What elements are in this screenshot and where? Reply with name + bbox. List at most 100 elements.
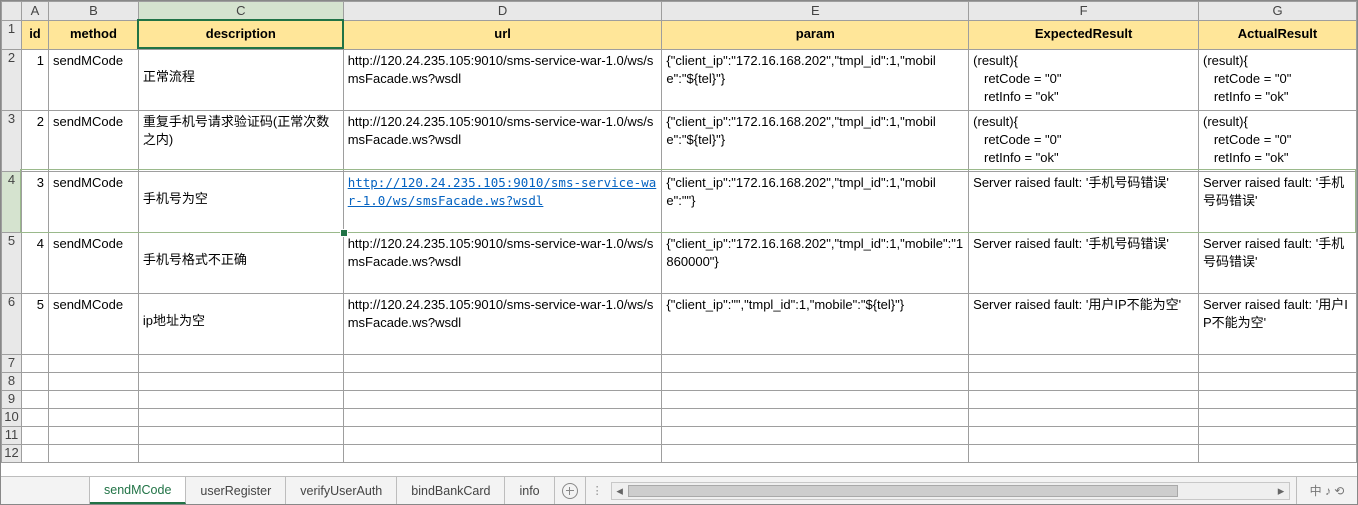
cell-description[interactable]: 手机号为空: [138, 172, 343, 233]
cell-param[interactable]: {"client_ip":"172.16.168.202","tmpl_id":…: [662, 50, 969, 111]
row-header-6[interactable]: 6: [2, 294, 22, 355]
column-header-row: A B C D E F G: [2, 2, 1357, 21]
sheet-tab-bar: sendMCode userRegister verifyUserAuth bi…: [1, 476, 1357, 504]
horizontal-scrollbar[interactable]: ◂ ▸: [611, 482, 1290, 500]
row-header-11[interactable]: 11: [2, 427, 22, 445]
cell-method[interactable]: sendMCode: [48, 294, 138, 355]
cell-expected[interactable]: Server raised fault: '用户IP不能为空': [969, 294, 1199, 355]
cell-param[interactable]: {"client_ip":"172.16.168.202","tmpl_id":…: [662, 111, 969, 172]
row-header-3[interactable]: 3: [2, 111, 22, 172]
cell-param[interactable]: {"client_ip":"","tmpl_id":1,"mobile":"${…: [662, 294, 969, 355]
cell-expected[interactable]: Server raised fault: '手机号码错误': [969, 233, 1199, 294]
worksheet-table: A B C D E F G 1 id method description ur…: [1, 1, 1357, 463]
cell-B1[interactable]: method: [48, 21, 138, 50]
tab-nav-spacer: [1, 477, 90, 504]
spreadsheet-viewport: A B C D E F G 1 id method description ur…: [0, 0, 1358, 505]
col-header-G[interactable]: G: [1199, 2, 1357, 21]
cell-param[interactable]: {"client_ip":"172.16.168.202","tmpl_id":…: [662, 172, 969, 233]
sheet-tab-sendMCode[interactable]: sendMCode: [90, 477, 186, 504]
cell-actual[interactable]: (result){ retCode = "0" retInfo = "ok": [1199, 111, 1357, 172]
scrollbar-track[interactable]: [628, 484, 1273, 498]
cell-actual[interactable]: Server raised fault: '手机号码错误': [1199, 172, 1357, 233]
empty-row: 12: [2, 445, 1357, 463]
header-url: url: [344, 21, 662, 47]
empty-row: 10: [2, 409, 1357, 427]
row-header-4[interactable]: 4: [2, 172, 22, 233]
row-header-12[interactable]: 12: [2, 445, 22, 463]
row-header-1[interactable]: 1: [2, 21, 22, 50]
cell-method[interactable]: sendMCode: [48, 172, 138, 233]
cell-E1[interactable]: param: [662, 21, 969, 50]
col-header-B[interactable]: B: [48, 2, 138, 21]
url-link[interactable]: http://120.24.235.105:9010/sms-service-w…: [348, 175, 657, 208]
row-header-5[interactable]: 5: [2, 233, 22, 294]
cell-actual[interactable]: (result){ retCode = "0" retInfo = "ok": [1199, 50, 1357, 111]
fill-handle[interactable]: [340, 229, 348, 237]
col-header-A[interactable]: A: [21, 2, 48, 21]
table-row: 2 1 sendMCode 正常流程 http://120.24.235.105…: [2, 50, 1357, 111]
header-param: param: [662, 21, 968, 47]
scroll-left-button[interactable]: ◂: [612, 484, 628, 498]
cell-C1[interactable]: description: [138, 21, 343, 50]
sheet-tab-verifyUserAuth[interactable]: verifyUserAuth: [286, 477, 397, 504]
empty-row: 9: [2, 391, 1357, 409]
header-id: id: [22, 21, 48, 47]
new-sheet-button[interactable]: [555, 477, 586, 504]
cell-actual[interactable]: Server raised fault: '用户IP不能为空': [1199, 294, 1357, 355]
sheet-tab-bindBankCard[interactable]: bindBankCard: [397, 477, 505, 504]
cell-G1[interactable]: ActualResult: [1199, 21, 1357, 50]
cell-method[interactable]: sendMCode: [48, 50, 138, 111]
cell-actual[interactable]: Server raised fault: '手机号码错误': [1199, 233, 1357, 294]
cell-F1[interactable]: ExpectedResult: [969, 21, 1199, 50]
cell-id[interactable]: 4: [21, 233, 48, 294]
cell-id[interactable]: 2: [21, 111, 48, 172]
cell-description[interactable]: 重复手机号请求验证码(正常次数之内): [138, 111, 343, 172]
sheet-tab-info[interactable]: info: [505, 477, 554, 504]
sheet-tab-userRegister[interactable]: userRegister: [186, 477, 286, 504]
cell-A1[interactable]: id: [21, 21, 48, 50]
col-header-D[interactable]: D: [343, 2, 662, 21]
grid-area[interactable]: A B C D E F G 1 id method description ur…: [1, 1, 1357, 476]
plus-circle-icon: [562, 483, 578, 499]
cell-method[interactable]: sendMCode: [48, 233, 138, 294]
row-header-8[interactable]: 8: [2, 373, 22, 391]
tab-split-handle[interactable]: ⋮: [592, 484, 605, 497]
cell-description[interactable]: ip地址为空: [138, 294, 343, 355]
cell-url[interactable]: http://120.24.235.105:9010/sms-service-w…: [343, 294, 662, 355]
cell-url[interactable]: http://120.24.235.105:9010/sms-service-w…: [343, 50, 662, 111]
scroll-right-button[interactable]: ▸: [1273, 484, 1289, 498]
scrollbar-thumb[interactable]: [628, 485, 1179, 497]
row-header-7[interactable]: 7: [2, 355, 22, 373]
cell-expected[interactable]: Server raised fault: '手机号码错误': [969, 172, 1199, 233]
header-expected: ExpectedResult: [969, 21, 1198, 47]
empty-row: 7: [2, 355, 1357, 373]
cell-id[interactable]: 3: [21, 172, 48, 233]
cell-url[interactable]: http://120.24.235.105:9010/sms-service-w…: [343, 233, 662, 294]
row-header-9[interactable]: 9: [2, 391, 22, 409]
cell-description[interactable]: 手机号格式不正确: [138, 233, 343, 294]
select-all-corner[interactable]: [2, 2, 22, 21]
cell-description[interactable]: 正常流程: [138, 50, 343, 111]
col-header-F[interactable]: F: [969, 2, 1199, 21]
cell-id[interactable]: 1: [21, 50, 48, 111]
cell-expected[interactable]: (result){ retCode = "0" retInfo = "ok": [969, 50, 1199, 111]
empty-row: 8: [2, 373, 1357, 391]
cell-D1[interactable]: url: [343, 21, 662, 50]
cell-url[interactable]: http://120.24.235.105:9010/sms-service-w…: [343, 111, 662, 172]
col-header-E[interactable]: E: [662, 2, 969, 21]
cell-url[interactable]: http://120.24.235.105:9010/sms-service-w…: [343, 172, 662, 233]
ime-status-icons[interactable]: 中 ♪ ⟲: [1296, 477, 1357, 504]
horizontal-scroll-zone: ⋮ ◂ ▸: [586, 477, 1296, 504]
col-header-C[interactable]: C: [138, 2, 343, 21]
row-header-2[interactable]: 2: [2, 50, 22, 111]
cell-param[interactable]: {"client_ip":"172.16.168.202","tmpl_id":…: [662, 233, 969, 294]
header-description: description: [139, 21, 343, 47]
cell-id[interactable]: 5: [21, 294, 48, 355]
table-row: 6 5 sendMCode ip地址为空 http://120.24.235.1…: [2, 294, 1357, 355]
header-row: 1 id method description url param Expect…: [2, 21, 1357, 50]
table-row: 4 3 sendMCode 手机号为空 http://120.24.235.10…: [2, 172, 1357, 233]
cell-method[interactable]: sendMCode: [48, 111, 138, 172]
row-header-10[interactable]: 10: [2, 409, 22, 427]
cell-expected[interactable]: (result){ retCode = "0" retInfo = "ok": [969, 111, 1199, 172]
table-row: 3 2 sendMCode 重复手机号请求验证码(正常次数之内) http://…: [2, 111, 1357, 172]
